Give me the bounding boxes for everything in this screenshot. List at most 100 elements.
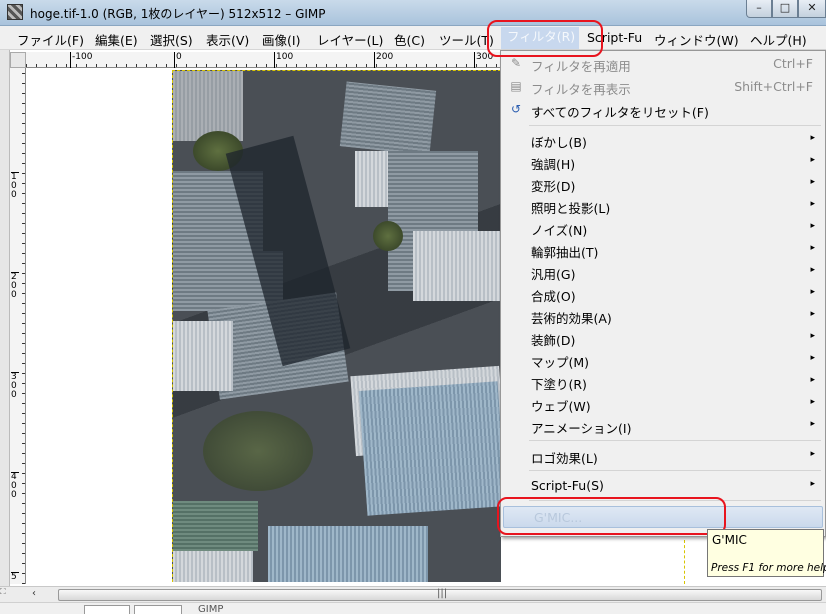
submenu-arrow-icon: ▸ bbox=[810, 397, 815, 407]
image-canvas-aerial-photo[interactable] bbox=[172, 70, 501, 582]
menu-item-label: フィルタを再適用 bbox=[531, 59, 631, 74]
menu-item-shortcut: Ctrl+F bbox=[773, 56, 813, 71]
menu-edit[interactable]: 編集(E) bbox=[95, 30, 138, 49]
menu-item-label: フィルタを再表示 bbox=[531, 82, 631, 97]
submenu-arrow-icon: ▸ bbox=[810, 449, 815, 459]
menu-layer[interactable]: レイヤー(L) bbox=[317, 30, 383, 49]
roof-shape bbox=[413, 231, 501, 301]
menu-item-animation[interactable]: アニメーション(I) ▸ bbox=[501, 415, 825, 437]
ruler-tick-label: 0 bbox=[174, 52, 182, 68]
menu-image[interactable]: 画像(I) bbox=[262, 30, 300, 49]
menu-item-label: 汎用(G) bbox=[531, 267, 576, 282]
menu-separator bbox=[529, 470, 821, 471]
submenu-arrow-icon: ▸ bbox=[810, 419, 815, 429]
menu-item-label: アニメーション(I) bbox=[531, 421, 632, 436]
menu-item-label: ロゴ効果(L) bbox=[531, 451, 598, 466]
ruler-tick-label: 200 bbox=[374, 52, 393, 68]
menu-item-edge-detect[interactable]: 輪郭抽出(T) ▸ bbox=[501, 239, 825, 261]
scrollbar-thumb[interactable]: ||| bbox=[58, 588, 822, 601]
annotation-highlight-gmic-item bbox=[497, 497, 726, 535]
menu-item-map[interactable]: マップ(M) ▸ bbox=[501, 349, 825, 371]
ruler-tick-label: 4 0 0 bbox=[11, 472, 19, 500]
menu-separator bbox=[529, 125, 821, 126]
roof-shape bbox=[339, 81, 437, 156]
title-bar: hoge.tif-1.0 (RGB, 1枚のレイヤー) 512x512 – GI… bbox=[0, 0, 826, 26]
menu-item-enhance[interactable]: 強調(H) ▸ bbox=[501, 151, 825, 173]
reset-icon: ↺ bbox=[510, 102, 522, 116]
submenu-arrow-icon: ▸ bbox=[810, 309, 815, 319]
menu-item-blur[interactable]: ぼかし(B) ▸ bbox=[501, 129, 825, 151]
unit-selector[interactable] bbox=[84, 605, 130, 614]
ruler-tick-label: 100 bbox=[274, 52, 293, 68]
vertical-ruler[interactable] bbox=[10, 68, 26, 584]
navigate-icon[interactable]: ⛶ bbox=[0, 586, 10, 602]
gimp-app-icon bbox=[7, 4, 23, 20]
menu-item-alpha-to-logo[interactable]: ロゴ効果(L) ▸ bbox=[501, 445, 825, 467]
menu-item-label: 装飾(D) bbox=[531, 333, 576, 348]
menu-item-web[interactable]: ウェブ(W) ▸ bbox=[501, 393, 825, 415]
horizontal-ruler[interactable] bbox=[26, 52, 500, 68]
reshow-icon: ▤ bbox=[510, 79, 522, 93]
menu-item-label: マップ(M) bbox=[531, 355, 590, 370]
close-button[interactable]: ✕ bbox=[798, 0, 826, 18]
ruler-tick-label: 1 0 0 bbox=[11, 172, 19, 200]
menu-view[interactable]: 表示(V) bbox=[206, 30, 249, 49]
menu-item-reset-all-filters[interactable]: ↺ すべてのフィルタをリセット(F) bbox=[501, 99, 825, 121]
menu-colors[interactable]: 色(C) bbox=[394, 30, 425, 49]
status-bar: GIMP bbox=[0, 602, 826, 614]
left-strip bbox=[0, 50, 10, 598]
menu-item-artistic[interactable]: 芸術的効果(A) ▸ bbox=[501, 305, 825, 327]
menu-item-noise[interactable]: ノイズ(N) ▸ bbox=[501, 217, 825, 239]
menu-windows[interactable]: ウィンドウ(W) bbox=[654, 30, 739, 49]
menu-file[interactable]: ファイル(F) bbox=[17, 30, 84, 49]
submenu-arrow-icon: ▸ bbox=[810, 155, 815, 165]
menu-item-shortcut: Shift+Ctrl+F bbox=[734, 79, 813, 94]
window-title: hoge.tif-1.0 (RGB, 1枚のレイヤー) 512x512 – GI… bbox=[30, 7, 326, 21]
submenu-arrow-icon: ▸ bbox=[810, 177, 815, 187]
menu-select[interactable]: 選択(S) bbox=[150, 30, 193, 49]
menu-item-label: 変形(D) bbox=[531, 179, 576, 194]
menu-item-render[interactable]: 下塗り(R) ▸ bbox=[501, 371, 825, 393]
tooltip-title: G'MIC bbox=[712, 533, 747, 547]
submenu-arrow-icon: ▸ bbox=[810, 133, 815, 143]
submenu-arrow-icon: ▸ bbox=[810, 221, 815, 231]
menu-item-label: 輪郭抽出(T) bbox=[531, 245, 599, 260]
menu-item-label: 強調(H) bbox=[531, 157, 576, 172]
tooltip-hint: Press F1 for more help bbox=[711, 562, 826, 574]
menu-tools[interactable]: ツール(T) bbox=[439, 30, 494, 49]
roof-shape bbox=[173, 321, 233, 391]
menu-item-generic[interactable]: 汎用(G) ▸ bbox=[501, 261, 825, 283]
roof-shape bbox=[358, 381, 501, 516]
maximize-button[interactable]: □ bbox=[772, 0, 798, 18]
menu-item-label: 芸術的効果(A) bbox=[531, 311, 612, 326]
ruler-corner-menu-button[interactable] bbox=[10, 52, 26, 68]
menu-item-combine[interactable]: 合成(O) ▸ bbox=[501, 283, 825, 305]
menu-item-light-shadow[interactable]: 照明と投影(L) ▸ bbox=[501, 195, 825, 217]
roof-shape bbox=[173, 551, 253, 582]
menu-item-label: ウェブ(W) bbox=[531, 399, 591, 414]
submenu-arrow-icon: ▸ bbox=[810, 243, 815, 253]
menu-item-reshow-filter[interactable]: ▤ フィルタを再表示 Shift+Ctrl+F bbox=[501, 76, 825, 98]
tree-shape bbox=[373, 221, 403, 251]
menu-bar: ファイル(F) 編集(E) 選択(S) 表示(V) 画像(I) レイヤー(L) … bbox=[0, 26, 826, 50]
ruler-tick-label: -100 bbox=[70, 52, 92, 68]
menu-help[interactable]: ヘルプ(H) bbox=[750, 30, 807, 49]
menu-item-label: ノイズ(N) bbox=[531, 223, 588, 238]
menu-item-label: 合成(O) bbox=[531, 289, 576, 304]
selection-border bbox=[683, 540, 685, 584]
menu-item-label: すべてのフィルタをリセット(F) bbox=[531, 105, 709, 120]
menu-item-decor[interactable]: 装飾(D) ▸ bbox=[501, 327, 825, 349]
reapply-icon: ✎ bbox=[510, 56, 522, 70]
submenu-arrow-icon: ▸ bbox=[810, 331, 815, 341]
roof-shape bbox=[268, 526, 428, 582]
gmic-tooltip: G'MIC Press F1 for more help bbox=[707, 529, 826, 577]
menu-item-distorts[interactable]: 変形(D) ▸ bbox=[501, 173, 825, 195]
submenu-arrow-icon: ▸ bbox=[810, 287, 815, 297]
submenu-arrow-icon: ▸ bbox=[810, 479, 815, 489]
zoom-selector[interactable] bbox=[134, 605, 182, 614]
menu-item-script-fu[interactable]: Script-Fu(S) ▸ bbox=[501, 475, 825, 497]
horizontal-scrollbar[interactable]: ‹ ||| bbox=[10, 586, 826, 602]
scroll-left-arrow-icon[interactable]: ‹ bbox=[32, 588, 36, 599]
minimize-button[interactable]: – bbox=[746, 0, 772, 18]
submenu-arrow-icon: ▸ bbox=[810, 199, 815, 209]
